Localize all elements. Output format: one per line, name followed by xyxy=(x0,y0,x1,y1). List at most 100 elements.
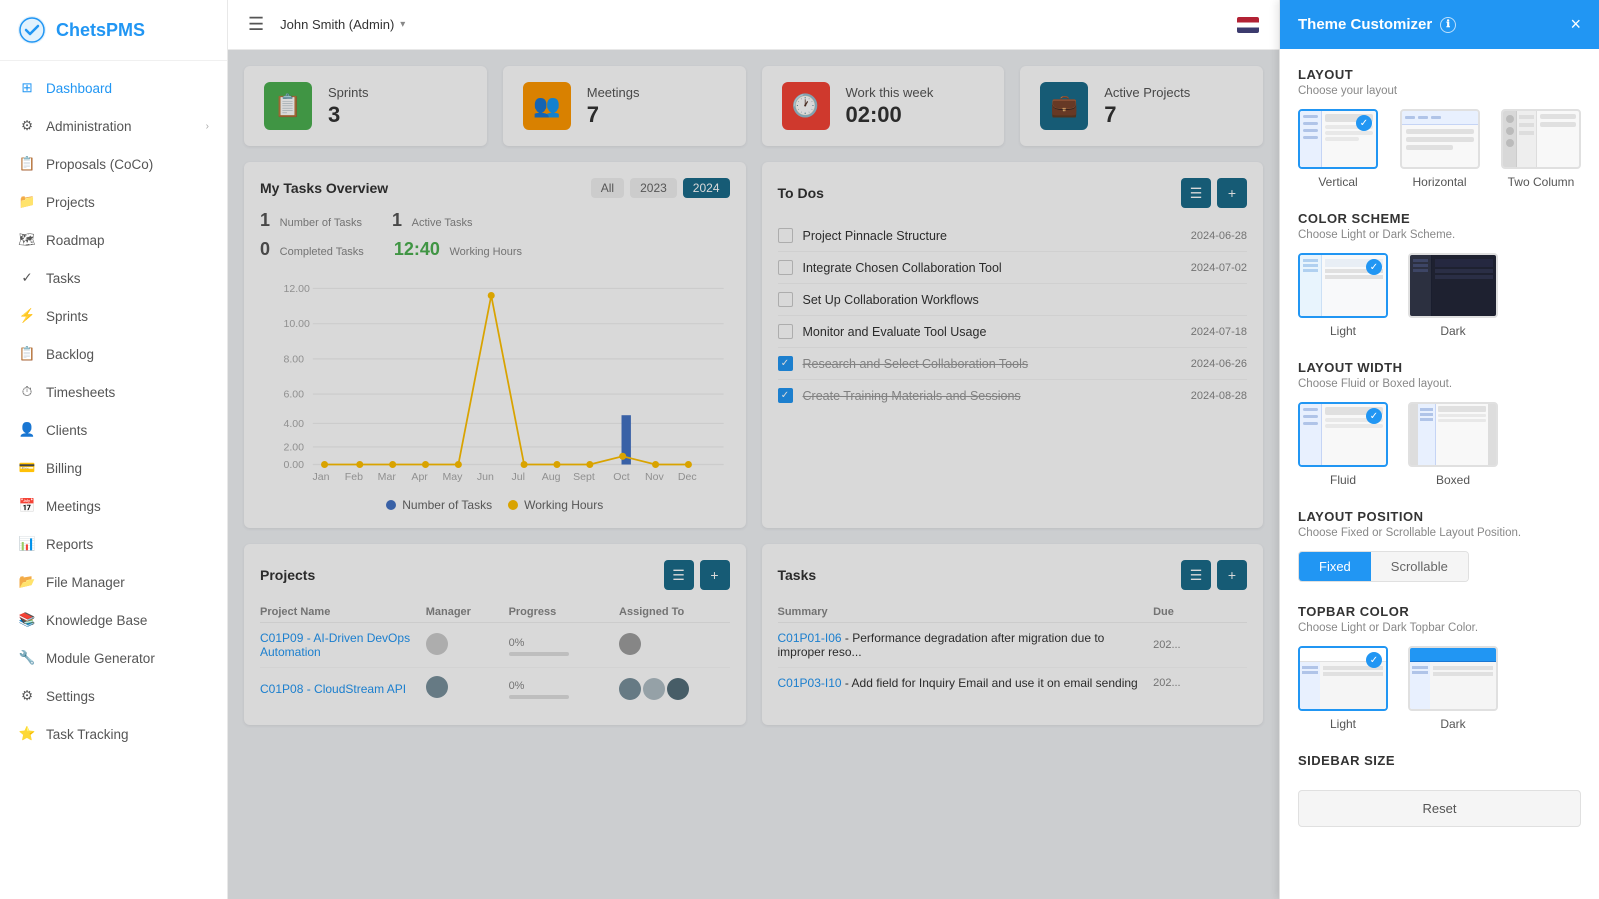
layout-label-twocolumn: Two Column xyxy=(1508,175,1575,189)
project-name[interactable]: C01P09 - AI-Driven DevOps Automation xyxy=(260,631,426,659)
sidebar-item-settings[interactable]: ⚙ Settings xyxy=(0,677,227,715)
settings-icon: ⚙ xyxy=(18,687,36,705)
project-assigned xyxy=(619,633,729,658)
sidebar-item-proposals[interactable]: 📋 Proposals (CoCo) xyxy=(0,145,227,183)
filter-2023[interactable]: 2023 xyxy=(630,178,677,198)
preview-row xyxy=(1540,122,1576,127)
preview-content xyxy=(1537,111,1579,167)
topbar-color-section: TOPBAR COLOR Choose Light or Dark Topbar… xyxy=(1298,604,1581,731)
sidebar-item-knowledgebase[interactable]: 📚 Knowledge Base xyxy=(0,601,227,639)
project-name[interactable]: C01P08 - CloudStream API xyxy=(260,682,426,696)
todo-checkbox[interactable] xyxy=(778,260,793,275)
sidebar-item-tasks[interactable]: ✓ Tasks xyxy=(0,259,227,297)
stat-value-meetings: 7 xyxy=(587,102,640,128)
color-scheme-dark[interactable]: Dark xyxy=(1408,253,1498,338)
sidebar-item-label: Sprints xyxy=(46,309,209,324)
col-due-header: Due xyxy=(1153,606,1247,618)
stat-info-workweek: Work this week 02:00 xyxy=(846,85,934,128)
width-label-boxed: Boxed xyxy=(1436,473,1470,487)
topbar-preview-light: ✓ xyxy=(1298,646,1388,711)
selected-check-icon: ✓ xyxy=(1366,408,1382,424)
filter-all[interactable]: All xyxy=(591,178,624,198)
sidebar-item-label: Projects xyxy=(46,195,209,210)
todo-checkbox[interactable] xyxy=(778,324,793,339)
svg-text:Apr: Apr xyxy=(411,471,428,483)
theme-close-button[interactable]: × xyxy=(1570,14,1581,35)
todo-checkbox-checked[interactable]: ✓ xyxy=(778,356,793,371)
preview-row xyxy=(1323,672,1383,676)
layout-option-twocolumn[interactable]: Two Column xyxy=(1501,109,1581,189)
todos-title: To Dos xyxy=(778,185,824,201)
selected-check-icon: ✓ xyxy=(1366,259,1382,275)
layout-section-title: LAYOUT xyxy=(1298,67,1581,82)
tasks-add-btn[interactable]: + xyxy=(1217,560,1247,590)
sidebar-item-projects[interactable]: 📁 Projects xyxy=(0,183,227,221)
sidebar-item-clients[interactable]: 👤 Clients xyxy=(0,411,227,449)
preview-line xyxy=(1303,269,1318,272)
projects-add-btn[interactable]: + xyxy=(700,560,730,590)
sidebar-item-backlog[interactable]: 📋 Backlog xyxy=(0,335,227,373)
color-scheme-light[interactable]: ✓ xyxy=(1298,253,1388,338)
width-label-fluid: Fluid xyxy=(1330,473,1356,487)
menu-toggle-icon[interactable]: ☰ xyxy=(248,14,264,35)
todos-list-btn[interactable]: ☰ xyxy=(1181,178,1211,208)
working-hours-stat: 12:40 Working Hours xyxy=(394,239,522,260)
layout-option-vertical[interactable]: ✓ xyxy=(1298,109,1378,189)
position-scrollable-tab[interactable]: Scrollable xyxy=(1371,552,1468,581)
color-preview-dark xyxy=(1408,253,1498,318)
layout-preview-vertical: ✓ xyxy=(1298,109,1378,169)
tasks-list-btn[interactable]: ☰ xyxy=(1181,560,1211,590)
width-preview-fluid: ✓ xyxy=(1298,402,1388,467)
topbar-color-light[interactable]: ✓ xyxy=(1298,646,1388,731)
sidebar-item-label: Knowledge Base xyxy=(46,613,209,628)
topbar-color-dark[interactable]: Dark xyxy=(1408,646,1498,731)
layout-width-subtitle: Choose Fluid or Boxed layout. xyxy=(1298,378,1581,390)
preview-line xyxy=(1420,408,1433,411)
project-row: C01P09 - AI-Driven DevOps Automation 0% xyxy=(260,623,730,668)
tasks-chart: 12.00 10.00 8.00 6.00 4.00 2.00 0.00 xyxy=(260,270,730,490)
todo-checkbox[interactable] xyxy=(778,292,793,307)
todo-date: 2024-07-18 xyxy=(1191,326,1247,338)
todos-add-btn[interactable]: + xyxy=(1217,178,1247,208)
sidebar-item-timesheets[interactable]: ⏱ Timesheets xyxy=(0,373,227,411)
sidebar-item-reports[interactable]: 📊 Reports xyxy=(0,525,227,563)
sidebar-item-sprints[interactable]: ⚡ Sprints xyxy=(0,297,227,335)
position-fixed-tab[interactable]: Fixed xyxy=(1299,552,1371,581)
legend-tasks-label: Number of Tasks xyxy=(402,498,492,512)
todo-checkbox[interactable] xyxy=(778,228,793,243)
preview-line xyxy=(1412,666,1428,669)
reports-icon: 📊 xyxy=(18,535,36,553)
theme-info-icon: ℹ xyxy=(1440,17,1456,33)
sidebar-item-filemanager[interactable]: 📂 File Manager xyxy=(0,563,227,601)
width-option-boxed[interactable]: Boxed xyxy=(1408,402,1498,487)
sidebar-item-modulegenerator[interactable]: 🔧 Module Generator xyxy=(0,639,227,677)
sidebar-item-tasktracking[interactable]: ⭐ Task Tracking xyxy=(0,715,227,753)
width-option-fluid[interactable]: ✓ xyxy=(1298,402,1388,487)
language-flag-icon[interactable] xyxy=(1237,17,1259,33)
preview-body xyxy=(1300,662,1386,709)
layout-option-horizontal[interactable]: Horizontal xyxy=(1400,109,1480,189)
sidebar-item-billing[interactable]: 💳 Billing xyxy=(0,449,227,487)
col-manager-header: Manager xyxy=(426,606,509,618)
theme-title-text: Theme Customizer xyxy=(1298,16,1432,33)
filter-2024[interactable]: 2024 xyxy=(683,178,730,198)
svg-text:10.00: 10.00 xyxy=(283,318,310,330)
user-menu[interactable]: John Smith (Admin) ▾ xyxy=(280,17,405,32)
preview-dot xyxy=(1506,139,1514,147)
reset-button[interactable]: Reset xyxy=(1298,790,1581,827)
preview-line xyxy=(1303,408,1318,411)
tasks-table-header: Summary Due xyxy=(778,602,1248,623)
preview-line xyxy=(1302,671,1318,674)
sidebar-item-administration[interactable]: ⚙ Administration › xyxy=(0,107,227,145)
color-scheme-section: COLOR SCHEME Choose Light or Dark Scheme… xyxy=(1298,211,1581,338)
completed-label: Completed Tasks xyxy=(280,246,364,258)
todo-checkbox-checked[interactable]: ✓ xyxy=(778,388,793,403)
sidebar-item-meetings[interactable]: 📅 Meetings xyxy=(0,487,227,525)
layout-label-horizontal: Horizontal xyxy=(1412,175,1466,189)
sidebar-item-dashboard[interactable]: ⊞ Dashboard xyxy=(0,69,227,107)
preview-line xyxy=(1303,122,1318,125)
meetings-stat-icon: 👥 xyxy=(523,82,571,130)
width-preview-boxed xyxy=(1408,402,1498,467)
sidebar-item-roadmap[interactable]: 🗺 Roadmap xyxy=(0,221,227,259)
projects-list-btn[interactable]: ☰ xyxy=(664,560,694,590)
